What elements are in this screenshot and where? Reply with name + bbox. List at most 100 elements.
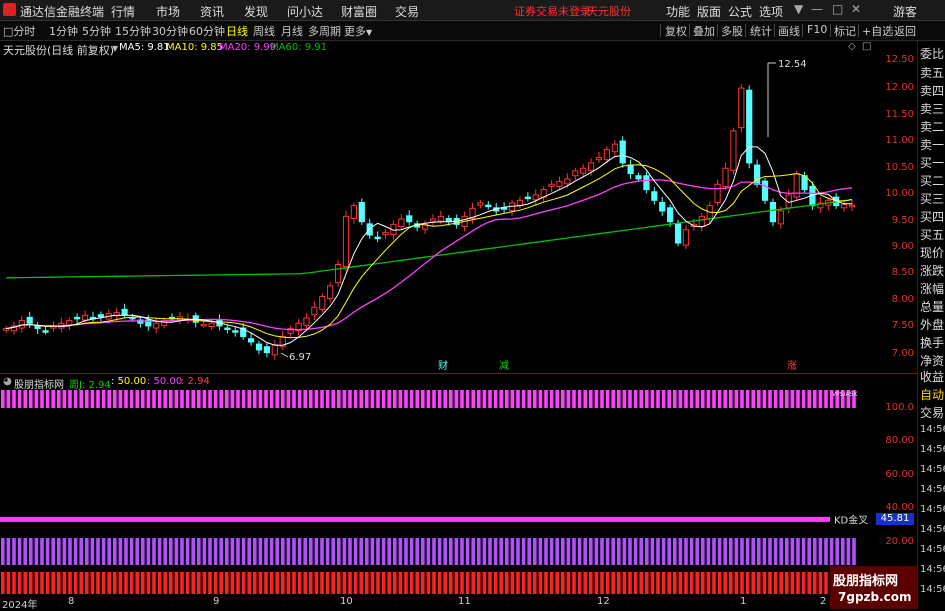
candle-body[interactable]	[263, 346, 271, 354]
candle-body[interactable]	[334, 263, 342, 284]
draw-line-button[interactable]: 画线	[778, 23, 800, 39]
candle-body[interactable]	[81, 314, 89, 321]
candle-body[interactable]	[200, 323, 207, 327]
candle-body[interactable]	[548, 183, 555, 187]
candle-body[interactable]	[777, 210, 784, 225]
event-tag-zhang[interactable]: 涨	[787, 360, 797, 372]
login-warning[interactable]: 证券交易未登录	[514, 3, 591, 19]
candle-body[interactable]	[350, 205, 357, 219]
f10-button[interactable]: F10	[807, 23, 827, 36]
period-tab-5min[interactable]: 5分钟	[82, 23, 111, 39]
candle-body[interactable]	[564, 178, 571, 185]
candle-body[interactable]	[761, 180, 769, 201]
candle-body[interactable]	[382, 231, 389, 236]
maximize-icon[interactable]: □	[832, 2, 843, 16]
candle-body[interactable]	[532, 194, 539, 201]
period-tab-more[interactable]: 更多▼	[344, 23, 372, 39]
fuquan-button[interactable]: 复权	[665, 23, 687, 39]
candle-body[interactable]	[674, 223, 682, 244]
candle-body[interactable]	[374, 236, 381, 240]
candle-body[interactable]	[659, 201, 666, 212]
pane-divider[interactable]	[0, 373, 917, 374]
candle-body[interactable]	[26, 316, 33, 324]
mark-button[interactable]: 标记	[834, 23, 856, 39]
period-tab-fenshi[interactable]: □分时	[3, 23, 35, 39]
menu-item-banmian[interactable]: 版面	[697, 3, 721, 20]
add-watchlist-button[interactable]: +自选	[862, 23, 893, 39]
menu-item-gongneng[interactable]: 功能	[666, 3, 690, 20]
candle-body[interactable]	[698, 215, 705, 228]
candle-body[interactable]	[635, 175, 642, 180]
candle-body[interactable]	[682, 229, 690, 246]
event-tag-cai[interactable]: 财	[438, 359, 448, 372]
candle-body[interactable]	[208, 322, 215, 327]
candle-body[interactable]	[406, 215, 413, 223]
candle-body[interactable]	[643, 175, 650, 191]
minimize-icon[interactable]: —	[811, 2, 823, 16]
side-tab-trade[interactable]: 交易	[920, 404, 944, 421]
candle-body[interactable]	[769, 201, 777, 223]
candle-body[interactable]	[603, 149, 610, 161]
multi-stock-button[interactable]: 多股	[721, 23, 743, 39]
candle-body[interactable]	[327, 285, 334, 300]
menu-item-gongshi[interactable]: 公式	[728, 3, 752, 20]
candle-body[interactable]	[848, 204, 856, 208]
close-icon[interactable]: ✕	[851, 2, 861, 16]
menu-item-caifuquan[interactable]: 财富圈	[341, 3, 377, 20]
candle-body[interactable]	[477, 202, 484, 206]
candle-body[interactable]	[248, 338, 255, 343]
candle-body[interactable]	[232, 330, 239, 333]
side-tab-auto[interactable]: 自动	[920, 386, 944, 403]
candle-body[interactable]	[611, 143, 618, 153]
candle-body[interactable]	[722, 167, 729, 187]
event-tag-jian[interactable]: 减	[499, 360, 509, 372]
quote-side-panel[interactable]: 委比 卖五 卖四 卖三 卖二 卖一 买一 买二 买三 买四 买五 现价 涨跌 涨…	[917, 41, 945, 609]
candle-body[interactable]	[595, 157, 603, 161]
menu-item-xuanxiang[interactable]: 选项	[759, 3, 783, 20]
candle-body[interactable]	[74, 316, 81, 320]
candle-body[interactable]	[153, 322, 160, 329]
candle-body[interactable]	[255, 343, 263, 351]
window-menu-icon[interactable]: ▼	[794, 2, 803, 16]
candle-body[interactable]	[429, 218, 437, 222]
period-tab-weekly[interactable]: 周线	[253, 23, 275, 39]
statistics-button[interactable]: 统计	[750, 23, 772, 39]
period-tab-15min[interactable]: 15分钟	[115, 23, 151, 39]
candle-body[interactable]	[398, 218, 405, 228]
candlestick-chart[interactable]: 12.54 6.97 财 减 涨	[0, 41, 875, 373]
candle-body[interactable]	[121, 308, 128, 316]
candle-body[interactable]	[714, 183, 721, 203]
menu-item-faxian[interactable]: 发现	[244, 3, 268, 20]
candle-body[interactable]	[580, 167, 587, 174]
candle-body[interactable]	[619, 140, 626, 164]
candle-body[interactable]	[224, 327, 231, 331]
period-tab-30min[interactable]: 30分钟	[152, 23, 188, 39]
candle-body[interactable]	[840, 204, 848, 209]
candle-body[interactable]	[42, 330, 49, 333]
candle-body[interactable]	[651, 191, 658, 201]
candle-body[interactable]	[366, 223, 373, 236]
candle-body[interactable]	[738, 87, 745, 129]
candle-body[interactable]	[303, 317, 310, 326]
candle-body[interactable]	[516, 199, 524, 206]
menu-item-shichang[interactable]: 市场	[156, 3, 180, 20]
candle-body[interactable]	[97, 314, 104, 318]
period-tab-60min[interactable]: 60分钟	[189, 23, 225, 39]
indicator-settings-icon[interactable]: ◕	[3, 376, 12, 387]
candle-body[interactable]	[342, 215, 350, 268]
candle-body[interactable]	[556, 181, 563, 187]
period-tab-multi[interactable]: 多周期	[308, 23, 341, 39]
candle-body[interactable]	[271, 344, 278, 356]
period-tab-1min[interactable]: 1分钟	[49, 23, 78, 39]
candle-body[interactable]	[319, 296, 326, 310]
candle-body[interactable]	[572, 170, 579, 177]
menu-item-hangqing[interactable]: 行情	[111, 3, 135, 20]
user-login-link[interactable]: 游客	[893, 3, 917, 20]
candle-body[interactable]	[667, 207, 674, 223]
menu-item-jiaoyi[interactable]: 交易	[395, 3, 419, 20]
overlay-button[interactable]: 叠加	[693, 23, 715, 39]
candle-body[interactable]	[485, 204, 492, 208]
candle-body[interactable]	[311, 306, 318, 316]
candle-body[interactable]	[746, 89, 753, 164]
candle-body[interactable]	[730, 130, 737, 171]
